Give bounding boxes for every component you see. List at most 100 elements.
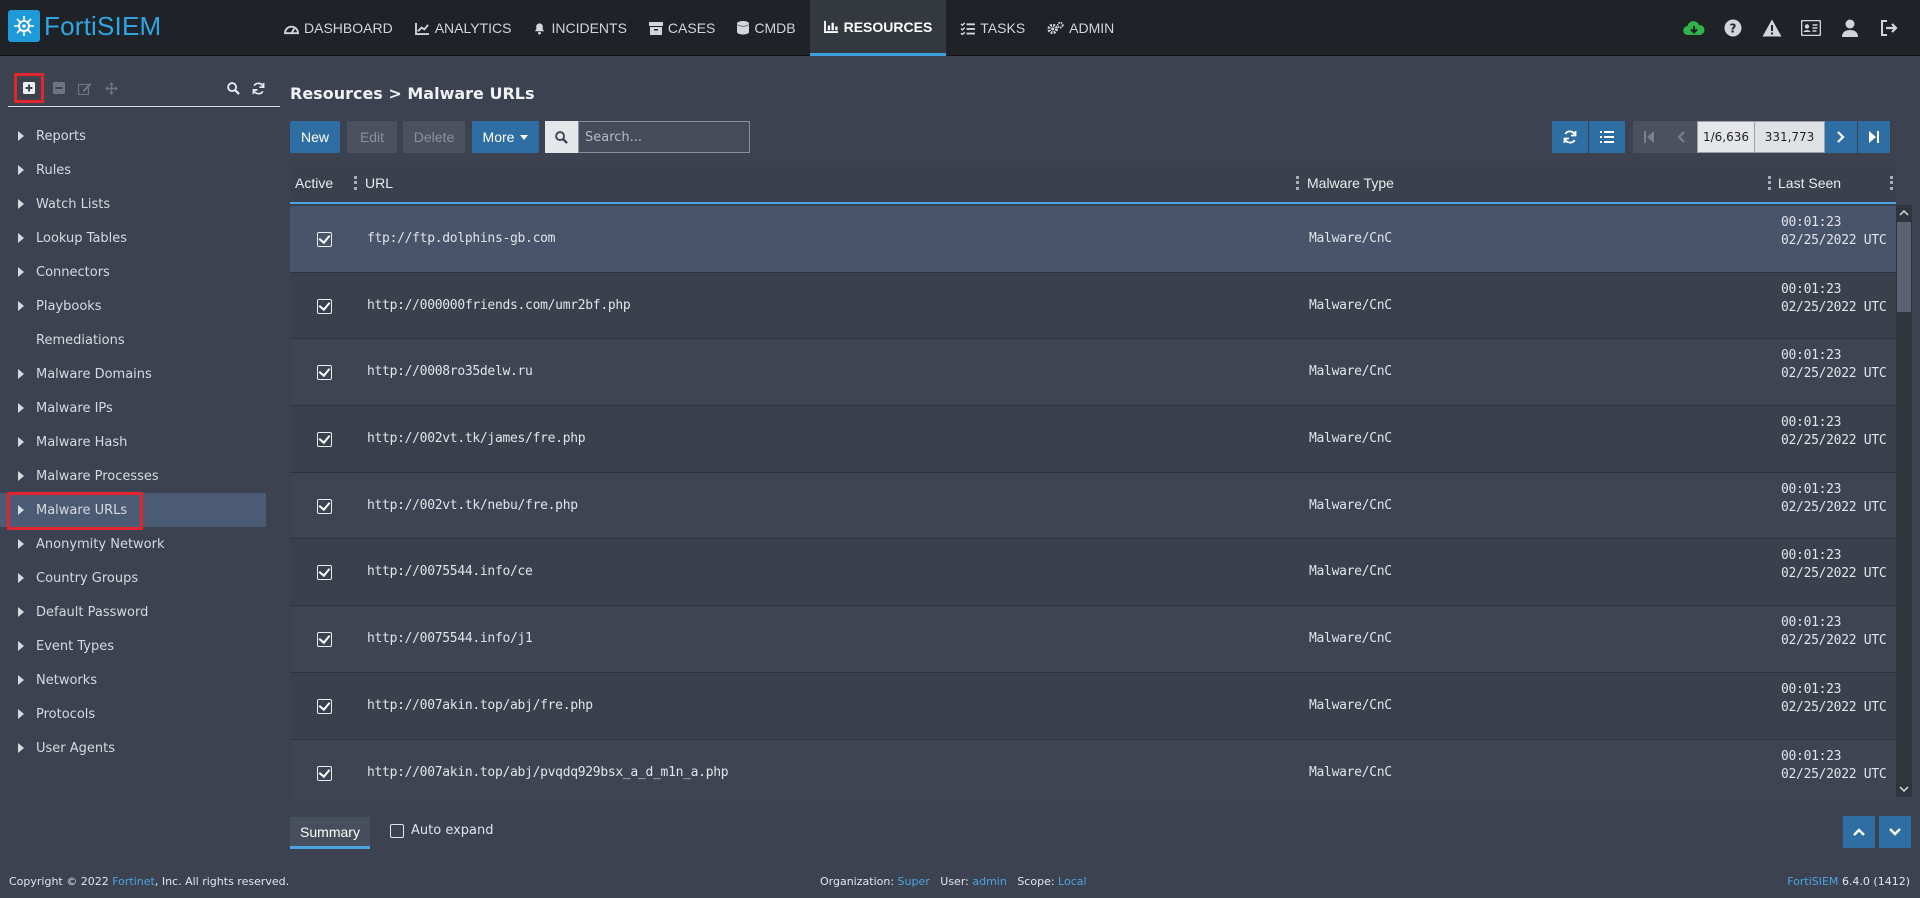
- sidebar-item-malware-hash[interactable]: Malware Hash: [0, 425, 280, 459]
- nav-cmdb[interactable]: CMDB: [729, 0, 803, 56]
- caret-right-icon[interactable]: [18, 199, 24, 209]
- sidebar-item-malware-urls[interactable]: Malware URLs: [0, 492, 266, 530]
- table-row[interactable]: http://002vt.tk/james/fre.php Malware/CnC…: [290, 406, 1896, 473]
- column-header-malware-type[interactable]: Malware Type: [1307, 162, 1394, 204]
- first-page-button[interactable]: [1633, 121, 1665, 153]
- column-header-url[interactable]: URL: [365, 162, 393, 204]
- scrollbar-thumb[interactable]: [1897, 222, 1911, 312]
- nav-dashboard[interactable]: DASHBOARD: [276, 0, 401, 56]
- active-checkbox[interactable]: [317, 632, 332, 648]
- active-checkbox[interactable]: [317, 565, 332, 581]
- edit-button[interactable]: Edit: [347, 121, 397, 153]
- cloud-download-icon[interactable]: [1674, 16, 1713, 40]
- delete-button[interactable]: Delete: [403, 121, 465, 153]
- nav-incidents[interactable]: INCIDENTS: [525, 0, 634, 56]
- caret-right-icon[interactable]: [18, 165, 24, 175]
- fortinet-link[interactable]: Fortinet: [112, 875, 155, 888]
- scroll-down-icon[interactable]: [1899, 784, 1909, 794]
- remove-folder-button[interactable]: [48, 77, 70, 99]
- active-checkbox[interactable]: [317, 232, 332, 247]
- caret-right-icon[interactable]: [18, 267, 24, 277]
- warning-icon[interactable]: [1752, 16, 1791, 40]
- caret-right-icon[interactable]: [18, 675, 24, 685]
- column-resize-handle[interactable]: [354, 176, 357, 190]
- caret-right-icon[interactable]: [18, 437, 24, 447]
- table-scrollbar[interactable]: [1896, 205, 1912, 797]
- sidebar-item-malware-ips[interactable]: Malware IPs: [0, 391, 280, 425]
- expand-down-button[interactable]: [1879, 816, 1911, 848]
- caret-right-icon[interactable]: [18, 607, 24, 617]
- nav-resources[interactable]: RESOURCES: [809, 0, 947, 56]
- scope-value[interactable]: Local: [1058, 875, 1087, 888]
- sidebar-item-malware-domains[interactable]: Malware Domains: [0, 357, 280, 391]
- expand-up-button[interactable]: [1843, 816, 1875, 848]
- auto-expand-checkbox[interactable]: [390, 823, 404, 838]
- caret-right-icon[interactable]: [18, 301, 24, 311]
- page-number-field[interactable]: 1/6,636: [1697, 121, 1755, 153]
- table-row[interactable]: ftp://ftp.dolphins-gb.com Malware/CnC 00:0…: [290, 206, 1896, 273]
- sidebar-refresh-button[interactable]: [247, 77, 269, 99]
- auto-expand-toggle[interactable]: Auto expand: [390, 823, 494, 838]
- move-folder-button[interactable]: [100, 77, 122, 99]
- sidebar-search-button[interactable]: [222, 77, 244, 99]
- caret-right-icon[interactable]: [18, 709, 24, 719]
- add-folder-button[interactable]: [14, 73, 44, 103]
- nav-cases[interactable]: CASES: [641, 0, 723, 56]
- column-header-active[interactable]: Active: [295, 162, 333, 204]
- nav-admin[interactable]: ADMIN: [1039, 0, 1122, 56]
- sidebar-item-connectors[interactable]: Connectors: [0, 255, 280, 289]
- column-chooser-button[interactable]: [1589, 121, 1625, 153]
- caret-right-icon[interactable]: [18, 131, 24, 141]
- sidebar-item-reports[interactable]: Reports: [0, 119, 280, 153]
- caret-right-icon[interactable]: [18, 641, 24, 651]
- edit-folder-button[interactable]: [74, 77, 96, 99]
- last-page-button[interactable]: [1858, 121, 1890, 153]
- search-button[interactable]: [545, 121, 578, 153]
- tab-summary[interactable]: Summary: [290, 817, 370, 849]
- org-value[interactable]: Super: [898, 875, 930, 888]
- caret-right-icon[interactable]: [18, 573, 24, 583]
- search-input[interactable]: [578, 121, 750, 153]
- caret-right-icon[interactable]: [18, 233, 24, 243]
- more-dropdown-button[interactable]: More: [472, 121, 539, 153]
- sidebar-item-remediations[interactable]: Remediations: [0, 323, 280, 357]
- active-checkbox[interactable]: [317, 698, 332, 714]
- sidebar-item-networks[interactable]: Networks: [0, 663, 280, 697]
- table-row[interactable]: http://0008ro35delw.ru Malware/CnC 00:01:2…: [290, 339, 1896, 407]
- active-checkbox[interactable]: [317, 432, 332, 448]
- column-header-last-seen[interactable]: Last Seen: [1778, 162, 1841, 204]
- user-icon[interactable]: [1830, 16, 1869, 40]
- active-checkbox[interactable]: [317, 298, 332, 314]
- caret-right-icon[interactable]: [18, 369, 24, 379]
- nav-tasks[interactable]: TASKS: [952, 0, 1033, 56]
- sidebar-item-watch-lists[interactable]: Watch Lists: [0, 187, 280, 221]
- help-icon[interactable]: ?: [1713, 16, 1752, 40]
- next-page-button[interactable]: [1825, 121, 1857, 153]
- scroll-up-icon[interactable]: [1899, 208, 1909, 218]
- table-row[interactable]: http://007akin.top/abj/fre.php Malware/Cn…: [290, 672, 1896, 740]
- table-row[interactable]: http://0075544.info/ce Malware/CnC 00:01:2…: [290, 539, 1896, 607]
- active-checkbox[interactable]: [317, 365, 332, 381]
- sidebar-item-anonymity-network[interactable]: Anonymity Network: [0, 527, 280, 561]
- caret-right-icon[interactable]: [18, 403, 24, 413]
- active-checkbox[interactable]: [317, 498, 332, 514]
- brand-logo[interactable]: FortiSIEM: [8, 10, 161, 42]
- table-row[interactable]: http://007akin.top/abj/pvqdq929bsx_a_d_m…: [290, 739, 1896, 802]
- sidebar-item-protocols[interactable]: Protocols: [0, 697, 280, 731]
- column-resize-handle[interactable]: [1296, 176, 1299, 190]
- column-resize-handle[interactable]: [1890, 176, 1893, 190]
- table-row[interactable]: http://000000friends.com/umr2bf.php Malwa…: [290, 272, 1896, 340]
- column-resize-handle[interactable]: [1768, 176, 1771, 190]
- sidebar-item-country-groups[interactable]: Country Groups: [0, 561, 280, 595]
- nav-analytics[interactable]: ANALYTICS: [407, 0, 520, 56]
- sidebar-item-user-agents[interactable]: User Agents: [0, 731, 280, 765]
- caret-right-icon[interactable]: [18, 743, 24, 753]
- new-button[interactable]: New: [290, 121, 340, 153]
- user-value[interactable]: admin: [972, 875, 1006, 888]
- table-row[interactable]: http://002vt.tk/nebu/fre.php Malware/CnC 0…: [290, 472, 1896, 540]
- caret-right-icon[interactable]: [18, 471, 24, 481]
- sidebar-item-event-types[interactable]: Event Types: [0, 629, 280, 663]
- sidebar-item-default-password[interactable]: Default Password: [0, 595, 280, 629]
- sidebar-item-lookup-tables[interactable]: Lookup Tables: [0, 221, 280, 255]
- sidebar-item-playbooks[interactable]: Playbooks: [0, 289, 280, 323]
